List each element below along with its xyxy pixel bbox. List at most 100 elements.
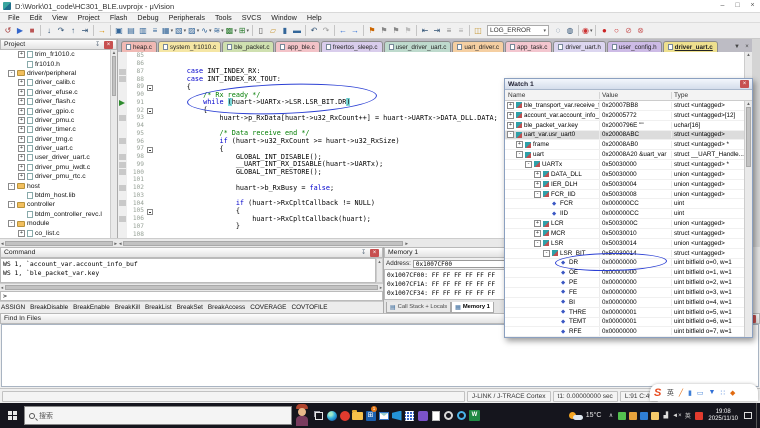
dock-tab[interactable]: ▤ Call Stack + Locals bbox=[386, 302, 451, 313]
expand-toggle-icon[interactable]: + bbox=[534, 171, 541, 178]
watch-row[interactable]: - FCR_IID 0x50030008 union <untagged> bbox=[505, 190, 744, 200]
watch-row[interactable]: - uart_var.usr_uart0 0x20008ABC struct <… bbox=[505, 131, 744, 141]
expand-toggle-icon[interactable]: + bbox=[18, 145, 25, 152]
variable-value[interactable]: 0x20008ABC bbox=[600, 131, 672, 138]
expand-toggle-icon[interactable]: - bbox=[525, 161, 532, 168]
variable-value[interactable]: 0x00000001 bbox=[600, 318, 672, 325]
watch-row[interactable]: + IER_DLH 0x50030004 union <untagged> bbox=[505, 180, 744, 190]
dropdown-caret-icon[interactable]: ▾ bbox=[234, 28, 237, 34]
registers-window-icon[interactable]: ≡ ▾ bbox=[149, 24, 161, 37]
expand-toggle-icon[interactable]: + bbox=[18, 117, 25, 124]
expand-toggle-icon[interactable]: - bbox=[516, 151, 523, 158]
serial-window-icon[interactable]: ▨ ▾ bbox=[187, 24, 200, 37]
expand-toggle-icon[interactable]: + bbox=[18, 154, 25, 161]
command-button[interactable]: BreakSet bbox=[177, 304, 203, 311]
tree-item[interactable]: + driver_efuse.c bbox=[0, 88, 111, 97]
command-button[interactable]: BreakDisable bbox=[30, 304, 68, 311]
run-icon[interactable]: ▶ ▾ bbox=[14, 24, 26, 37]
column-header-name[interactable]: Name bbox=[505, 92, 600, 99]
expand-toggle-icon[interactable]: + bbox=[18, 136, 25, 143]
task-view-icon[interactable] bbox=[312, 403, 325, 428]
command-button[interactable]: COVTOFILE bbox=[291, 304, 327, 311]
tab-scroll-down-icon[interactable]: ▼ bbox=[732, 42, 742, 52]
tree-item[interactable]: + driver_pmu_iwdt.c bbox=[0, 163, 111, 172]
watch-row[interactable]: + DATA_DLL 0x50030000 union <untagged> bbox=[505, 170, 744, 180]
gutter[interactable] bbox=[118, 199, 127, 207]
open-folder-icon[interactable]: ▱ ▾ bbox=[267, 24, 279, 37]
gutter[interactable] bbox=[118, 130, 127, 138]
breakpoint-enable-icon[interactable]: ○ ▾ bbox=[610, 24, 622, 37]
sogou-logo-icon[interactable]: S bbox=[654, 387, 661, 399]
editor-tab[interactable]: app_ble.c bbox=[275, 41, 319, 52]
memory-content[interactable]: 0x1007CF00: FF FF FF FF FF FF0x1007CF1A:… bbox=[384, 269, 513, 300]
breakpoint-insert-icon[interactable]: ● ▾ bbox=[598, 24, 610, 37]
tray-alert-icon[interactable] bbox=[693, 403, 704, 428]
expand-toggle-icon[interactable]: + bbox=[507, 122, 514, 129]
expand-toggle-icon[interactable]: + bbox=[534, 230, 541, 237]
project-vertical-scrollbar[interactable]: ▲ bbox=[110, 50, 117, 238]
tray-ime-icon[interactable]: 英 bbox=[682, 403, 693, 428]
watch-row[interactable]: IID 0x000000CC uint bbox=[505, 209, 744, 219]
command-window-icon[interactable]: ▣ ▾ bbox=[113, 24, 125, 37]
gutter[interactable] bbox=[118, 230, 127, 238]
action-center-icon[interactable] bbox=[742, 403, 754, 428]
navigate-forward-icon[interactable]: → ▾ bbox=[349, 24, 361, 37]
tree-item[interactable]: - driver/peripheral bbox=[0, 69, 111, 78]
store-icon[interactable]: ⊞ 1 bbox=[364, 403, 377, 428]
close-icon[interactable]: × bbox=[740, 80, 749, 88]
tray-chat-icon[interactable] bbox=[616, 403, 627, 428]
variable-value[interactable]: 0x50030004 bbox=[600, 181, 672, 188]
stop-icon[interactable]: ■ ▾ bbox=[26, 24, 38, 37]
variable-value[interactable]: 0x50030008 bbox=[600, 191, 672, 198]
tree-item[interactable]: + driver_flash.c bbox=[0, 97, 111, 106]
edge-browser-icon[interactable] bbox=[325, 403, 338, 428]
command-button[interactable]: ASSIGN bbox=[1, 304, 25, 311]
mic-icon[interactable]: ▮ bbox=[688, 389, 692, 397]
indent-right-icon[interactable]: ⇥ ▾ bbox=[431, 24, 443, 37]
skin-icon[interactable]: ◆ bbox=[730, 389, 735, 397]
gutter[interactable] bbox=[118, 137, 127, 145]
watch-row[interactable]: FCR 0x000000CC uint bbox=[505, 199, 744, 209]
symbols-window-icon[interactable]: ▥ ▾ bbox=[137, 24, 149, 37]
disassembly-window-icon[interactable]: ▤ ▾ bbox=[125, 24, 137, 37]
find-icon[interactable]: ◌ ▾ bbox=[552, 24, 564, 37]
gutter[interactable] bbox=[118, 122, 127, 130]
show-desktop-button[interactable] bbox=[756, 403, 760, 428]
variable-value[interactable]: 0x00000000 bbox=[600, 279, 672, 286]
editor-tab[interactable]: uart_driver.c bbox=[452, 41, 504, 52]
dropdown-caret-icon[interactable]: ▾ bbox=[246, 28, 249, 34]
pen-icon[interactable]: ╱ bbox=[679, 389, 683, 397]
menu-item[interactable]: Tools bbox=[210, 13, 237, 23]
language-icon[interactable]: 英 bbox=[667, 388, 674, 398]
watch-row[interactable]: - uart 0x20008A20 &uart_var struct __UAR… bbox=[505, 150, 744, 160]
close-icon[interactable]: × bbox=[370, 249, 379, 257]
editor-tab[interactable]: heap.c bbox=[121, 41, 157, 52]
menu-item[interactable]: Edit bbox=[25, 13, 47, 23]
weather-widget[interactable]: 15°C bbox=[569, 412, 602, 420]
expand-toggle-icon[interactable]: - bbox=[8, 220, 15, 227]
tray-app-icon[interactable] bbox=[638, 403, 649, 428]
taskbar-search-input[interactable]: 搜索 bbox=[24, 406, 292, 425]
watch-row[interactable]: - UARTx 0x50030000 struct <untagged> * bbox=[505, 160, 744, 170]
variable-value[interactable]: 0x000000CC bbox=[600, 210, 672, 217]
menu-item[interactable]: File bbox=[3, 13, 25, 23]
dock-tab[interactable]: ▦ Memory 1 bbox=[451, 302, 494, 313]
column-header-value[interactable]: Value bbox=[600, 92, 672, 99]
watch-row[interactable]: RFE 0x00000000 uint bitfield o=7, w=1 bbox=[505, 327, 744, 337]
watch-row[interactable]: + ble_transport_var.receive_fr... 0x2000… bbox=[505, 101, 744, 111]
keyboard-icon[interactable]: ▭ bbox=[697, 389, 704, 397]
debug-session-icon[interactable]: ◉ ▾ bbox=[581, 24, 594, 37]
expand-toggle-icon[interactable]: + bbox=[18, 173, 25, 180]
expand-toggle-icon[interactable]: - bbox=[8, 70, 15, 77]
media-app-icon[interactable] bbox=[455, 403, 468, 428]
tree-item[interactable]: fr1010.h bbox=[0, 59, 111, 68]
gutter[interactable] bbox=[118, 91, 127, 99]
menu-item[interactable]: Flash bbox=[105, 13, 133, 23]
breakpoint-kill-icon[interactable]: ⊗ ▾ bbox=[634, 24, 646, 37]
gutter[interactable] bbox=[118, 215, 127, 223]
dropdown-caret-icon[interactable]: ▾ bbox=[209, 28, 212, 34]
green-w-app-icon[interactable]: W bbox=[468, 403, 481, 428]
fold-margin[interactable] bbox=[146, 202, 154, 220]
variable-value[interactable]: 0x00000000 bbox=[600, 299, 672, 306]
project-horizontal-scrollbar[interactable]: ◄► bbox=[0, 238, 118, 247]
